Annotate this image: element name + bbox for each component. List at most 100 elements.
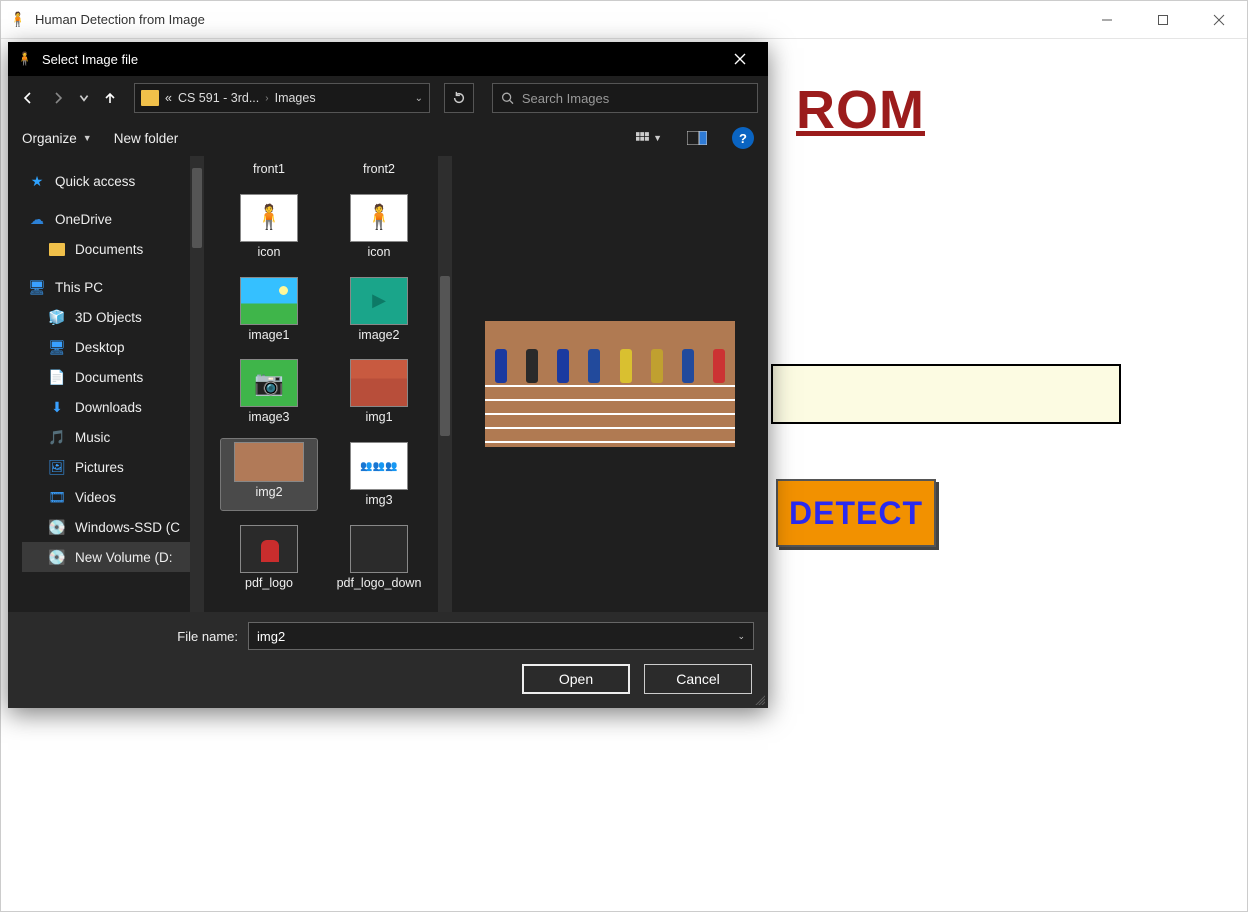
nav-quick-access[interactable]: ★Quick access: [22, 166, 198, 196]
cube-icon: 🧊: [48, 308, 66, 326]
chevron-down-icon[interactable]: ⌄: [737, 631, 745, 642]
file-item[interactable]: pdf_logo_down: [331, 522, 427, 593]
download-icon: ⬇: [48, 398, 66, 416]
file-label: image2: [359, 329, 400, 343]
cancel-button[interactable]: Cancel: [644, 664, 752, 694]
search-input[interactable]: [522, 91, 749, 106]
nav-downloads[interactable]: ⬇Downloads: [22, 392, 198, 422]
nav-label: New Volume (D:: [75, 550, 173, 565]
nav-3d-objects[interactable]: 🧊3D Objects: [22, 302, 198, 332]
file-item[interactable]: 📷image3: [221, 356, 317, 427]
crumb-prefix: «: [165, 91, 172, 105]
file-name-label: File name:: [22, 629, 238, 644]
file-label: img1: [365, 411, 392, 425]
folder-icon: [141, 90, 159, 106]
forward-button[interactable]: [48, 88, 68, 108]
file-item[interactable]: image2: [331, 274, 427, 345]
star-icon: ★: [28, 172, 46, 190]
address-dropdown-icon[interactable]: ⌄: [415, 93, 423, 104]
folder-icon: [48, 240, 66, 258]
search-bar[interactable]: [492, 83, 758, 113]
file-name-input[interactable]: img2 ⌄: [248, 622, 754, 650]
back-button[interactable]: [18, 88, 38, 108]
nav-label: Pictures: [75, 460, 124, 475]
file-dialog: 🧍 Select Image file « CS 591 - 3rd... › …: [8, 42, 768, 708]
close-button[interactable]: [1191, 1, 1247, 39]
file-item-selected[interactable]: img2: [221, 439, 317, 510]
file-label: front2: [363, 163, 395, 177]
nav-music[interactable]: 🎵Music: [22, 422, 198, 452]
crumb-2[interactable]: Images: [275, 91, 316, 105]
resize-grip[interactable]: [753, 693, 765, 705]
search-icon: [501, 91, 514, 105]
desktop-icon: 🖥: [48, 338, 66, 356]
dialog-body: ★Quick access ☁OneDrive Documents 🖥 This …: [8, 156, 768, 612]
nav-label: Documents: [75, 242, 143, 257]
dialog-close-button[interactable]: [720, 42, 760, 76]
main-titlebar: 🧍 Human Detection from Image: [1, 1, 1247, 39]
file-label: image3: [249, 411, 290, 425]
file-item[interactable]: img1: [331, 356, 427, 427]
dialog-title: Select Image file: [42, 52, 138, 67]
nav-pictures[interactable]: 🖼Pictures: [22, 452, 198, 482]
nav-label: Videos: [75, 490, 116, 505]
file-thumbnail: [350, 359, 408, 407]
maximize-button[interactable]: [1135, 1, 1191, 39]
path-display-box: [771, 364, 1121, 424]
nav-label: This PC: [55, 280, 103, 295]
dialog-icon: 🧍: [16, 50, 34, 68]
file-item[interactable]: pdf_logo: [221, 522, 317, 593]
nav-drive-c[interactable]: 💽Windows-SSD (C: [22, 512, 198, 542]
minimize-button[interactable]: [1079, 1, 1135, 39]
refresh-button[interactable]: [444, 83, 474, 113]
dialog-nav-row: « CS 591 - 3rd... › Images ⌄: [8, 76, 768, 120]
file-list-pane: front1 front2 🧍icon 🧍icon image1 image2 …: [204, 156, 452, 612]
help-button[interactable]: ?: [732, 127, 754, 149]
nav-this-pc[interactable]: 🖥 This PC: [22, 272, 198, 302]
file-grid: front1 front2 🧍icon 🧍icon image1 image2 …: [204, 156, 452, 597]
video-icon: 🎞: [48, 488, 66, 506]
scrollbar-thumb[interactable]: [192, 168, 202, 248]
address-bar[interactable]: « CS 591 - 3rd... › Images ⌄: [134, 83, 430, 113]
nav-onedrive[interactable]: ☁OneDrive: [22, 204, 198, 234]
file-thumbnail: [350, 277, 408, 325]
nav-videos[interactable]: 🎞 Videos: [22, 482, 198, 512]
file-name-value: img2: [257, 629, 285, 644]
dialog-titlebar: 🧍 Select Image file: [8, 42, 768, 76]
app-icon: 🧍: [9, 11, 27, 29]
file-item[interactable]: front2: [331, 160, 427, 179]
organize-label: Organize: [22, 131, 77, 146]
file-item[interactable]: image1: [221, 274, 317, 345]
nav-onedrive-documents[interactable]: Documents: [22, 234, 198, 264]
nav-drive-d[interactable]: 💽New Volume (D:: [22, 542, 198, 572]
nav-label: Desktop: [75, 340, 125, 355]
view-mode-button[interactable]: ▼: [636, 127, 662, 149]
detect-button[interactable]: DETECT: [776, 479, 936, 547]
file-thumbnail: 👥👥👥: [350, 442, 408, 490]
organize-menu[interactable]: Organize ▼: [22, 131, 92, 146]
preview-pane-toggle[interactable]: [684, 127, 710, 149]
breadcrumb: « CS 591 - 3rd... › Images: [165, 91, 316, 105]
recent-locations-button[interactable]: [78, 88, 90, 108]
open-button[interactable]: Open: [522, 664, 630, 694]
dialog-footer: File name: img2 ⌄ Open Cancel: [8, 612, 768, 708]
up-button[interactable]: [100, 88, 120, 108]
nav-scrollbar[interactable]: [190, 156, 204, 612]
nav-documents[interactable]: 📄 Documents: [22, 362, 198, 392]
file-item[interactable]: front1: [221, 160, 317, 179]
nav-label: Documents: [75, 370, 143, 385]
scrollbar-thumb[interactable]: [440, 276, 450, 436]
nav-desktop[interactable]: 🖥 Desktop: [22, 332, 198, 362]
document-icon: 📄: [48, 368, 66, 386]
pc-icon: 🖥: [28, 278, 46, 296]
file-item[interactable]: 🧍icon: [221, 191, 317, 262]
file-item[interactable]: 👥👥👥img3: [331, 439, 427, 510]
file-scrollbar[interactable]: [438, 156, 452, 612]
crumb-1[interactable]: CS 591 - 3rd...: [178, 91, 259, 105]
file-label: image1: [249, 329, 290, 343]
window-controls: [1079, 1, 1247, 39]
new-folder-button[interactable]: New folder: [114, 131, 179, 146]
file-item[interactable]: 🧍icon: [331, 191, 427, 262]
file-thumbnail: [234, 442, 304, 482]
nav-label: Windows-SSD (C: [75, 520, 180, 535]
